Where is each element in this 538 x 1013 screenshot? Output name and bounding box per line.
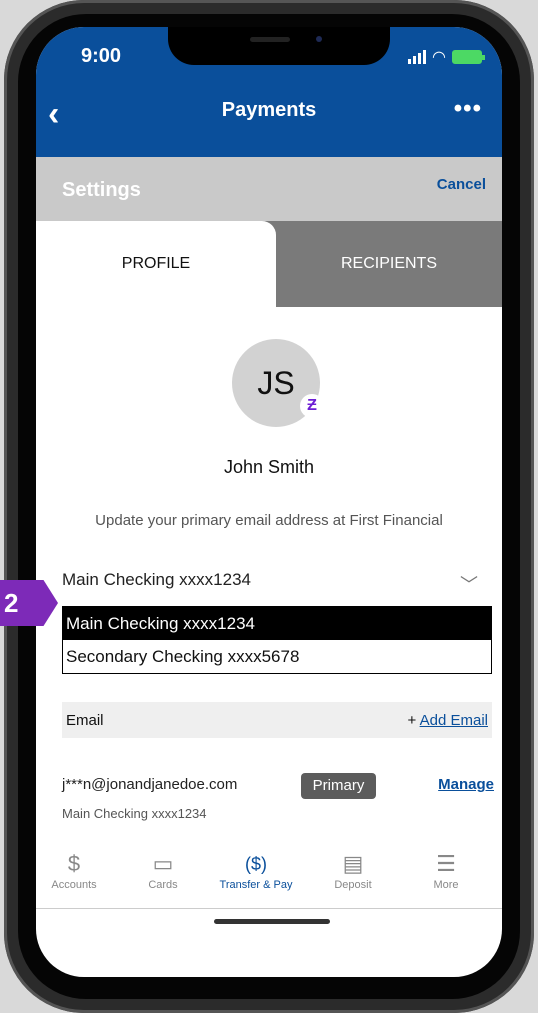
nav-label: Deposit xyxy=(334,879,372,891)
zelle-icon: Ƶ xyxy=(300,394,324,418)
signal-icon xyxy=(408,50,427,64)
bottom-nav: $ Accounts ▭ Cards ($) Transfer & Pay ▤ … xyxy=(36,843,502,909)
tab-recipients[interactable]: RECIPIENTS xyxy=(276,221,502,307)
more-icon[interactable]: ••• xyxy=(454,95,482,123)
account-option[interactable]: Secondary Checking xxxx5678 xyxy=(63,640,491,673)
settings-title: Settings xyxy=(62,179,141,201)
account-option[interactable]: Main Checking xxxx1234 xyxy=(63,607,491,640)
phone-screen: 9:00 ◠ ‹ Payments ••• Settings Cancel PR… xyxy=(36,27,502,977)
nav-accounts[interactable]: $ Accounts xyxy=(36,849,114,891)
nav-deposit[interactable]: ▤ Deposit xyxy=(313,849,393,891)
settings-bar: Settings Cancel xyxy=(36,157,502,221)
nav-cards[interactable]: ▭ Cards xyxy=(123,849,203,891)
nav-label: More xyxy=(433,879,459,891)
phone-notch xyxy=(168,27,390,65)
page-title: Payments xyxy=(221,99,317,121)
account-options-list: Main Checking xxxx1234 Secondary Checkin… xyxy=(62,606,492,674)
email-address: j***n@jonandjanedoe.com xyxy=(62,776,238,793)
nav-label: Transfer & Pay xyxy=(219,879,293,891)
menu-icon: ☰ xyxy=(436,851,456,876)
add-email-group: + Add Email xyxy=(408,712,488,729)
tab-profile[interactable]: PROFILE xyxy=(36,221,276,307)
transfer-pay-icon: ($) xyxy=(245,854,267,874)
home-indicator xyxy=(214,919,330,924)
status-time: 9:00 xyxy=(81,45,122,67)
app-header: 9:00 ◠ ‹ Payments ••• xyxy=(36,27,502,157)
email-label: Email xyxy=(66,712,104,729)
user-name: John Smith xyxy=(223,457,315,477)
battery-icon xyxy=(452,50,485,64)
wifi-icon: ◠ xyxy=(432,49,446,66)
email-account: Main Checking xxxx1234 xyxy=(62,806,207,821)
nav-label: Accounts xyxy=(51,879,97,891)
front-camera xyxy=(316,36,322,42)
card-icon: ▭ xyxy=(152,851,174,876)
nav-more[interactable]: ☰ More xyxy=(406,849,486,891)
tab-bar: PROFILE RECIPIENTS xyxy=(36,221,502,307)
dollar-icon: $ xyxy=(67,851,81,876)
account-select-value: Main Checking xxxx1234 xyxy=(62,570,251,589)
add-email-prefix: + xyxy=(407,712,420,729)
account-select[interactable]: Main Checking xxxx1234 ﹀ xyxy=(62,570,492,598)
manage-link[interactable]: Manage xyxy=(438,776,494,793)
cancel-button[interactable]: Cancel xyxy=(437,176,486,193)
speaker-grille xyxy=(250,37,290,42)
add-email-link[interactable]: Add Email xyxy=(420,712,488,729)
update-email-text: Update your primary email address at Fir… xyxy=(95,512,443,529)
status-icons: ◠ xyxy=(408,47,485,67)
primary-badge: Primary xyxy=(301,773,376,799)
nav-label: Cards xyxy=(148,879,178,891)
email-section-header: Email + Add Email xyxy=(62,702,492,738)
deposit-check-icon: ▤ xyxy=(342,851,364,876)
nav-transfer-pay[interactable]: ($) Transfer & Pay xyxy=(216,849,296,891)
chevron-down-icon: ﹀ xyxy=(460,575,478,595)
